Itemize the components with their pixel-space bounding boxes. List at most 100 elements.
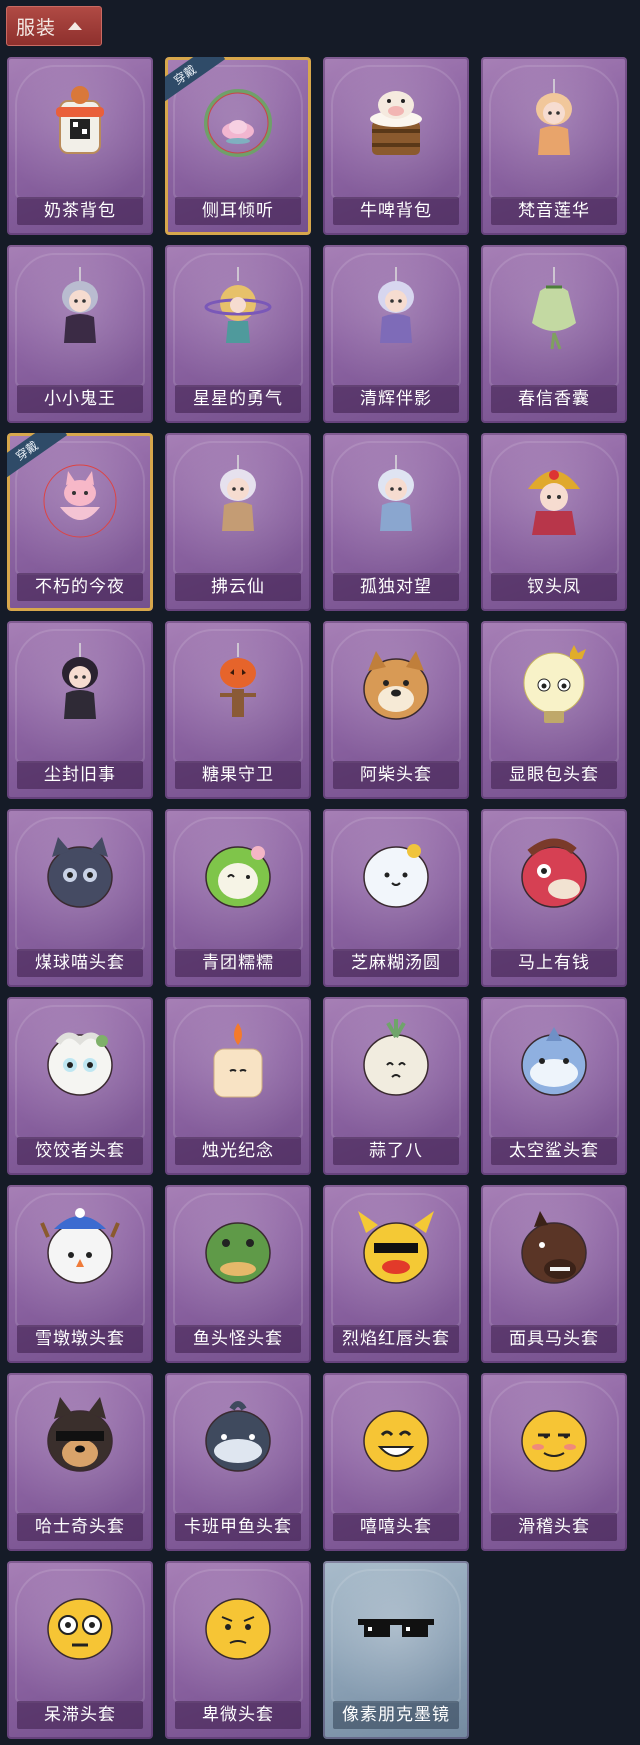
outfit-item-label: 卡班甲鱼头套 [175, 1513, 301, 1541]
catfish-head-icon [196, 1395, 280, 1479]
space-shark-head-icon [512, 1019, 596, 1103]
outfit-item-label: 清辉伴影 [333, 385, 459, 413]
star-planet-doll-icon [196, 267, 280, 351]
outfit-item-card[interactable]: 哈士奇头套 [7, 1373, 153, 1551]
garlic-head-icon [354, 1019, 438, 1103]
outfit-item-card[interactable]: 穿戴 侧耳倾听 [165, 57, 311, 235]
outfit-item-card[interactable]: 牛啤背包 [323, 57, 469, 235]
outfit-item-label: 不朽的今夜 [17, 573, 143, 601]
outfit-item-label: 蒜了八 [333, 1137, 459, 1165]
outfit-item-card[interactable]: 面具马头套 [481, 1185, 627, 1363]
outfit-item-card[interactable]: 太空鲨头套 [481, 997, 627, 1175]
candle-head-icon [196, 1019, 280, 1103]
outfit-item-label: 侧耳倾听 [175, 197, 301, 225]
fish-monster-head-icon [196, 1207, 280, 1291]
chevron-up-icon [68, 22, 83, 30]
dumpling-head-icon [38, 1019, 122, 1103]
outfit-item-card[interactable]: 嘻嘻头套 [323, 1373, 469, 1551]
outfit-item-label: 小小鬼王 [17, 385, 143, 413]
category-label: 服装 [16, 16, 57, 39]
outfit-item-label: 阿柴头套 [333, 761, 459, 789]
outfit-item-label: 呆滞头套 [17, 1701, 143, 1729]
outfit-item-label: 嘻嘻头套 [333, 1513, 459, 1541]
outfit-item-label: 鱼头怪头套 [175, 1325, 301, 1353]
outfit-item-card[interactable]: 阿柴头套 [323, 621, 469, 799]
ghost-king-doll-icon [38, 267, 122, 351]
outfit-item-card[interactable]: 清辉伴影 [323, 245, 469, 423]
outfit-item-card[interactable]: 穿戴 不朽的今夜 [7, 433, 153, 611]
outfit-item-label: 糖果守卫 [175, 761, 301, 789]
outfit-item-card[interactable]: 烛光纪念 [165, 997, 311, 1175]
phoenix-crown-doll-icon [512, 455, 596, 539]
outfit-item-card[interactable]: 拂云仙 [165, 433, 311, 611]
outfit-item-card[interactable]: 春信香囊 [481, 245, 627, 423]
outfit-item-card[interactable]: 小小鬼王 [7, 245, 153, 423]
outfit-item-label: 饺饺者头套 [17, 1137, 143, 1165]
lonely-gaze-doll-icon [354, 455, 438, 539]
outfit-item-card[interactable]: 饺饺者头套 [7, 997, 153, 1175]
yellow-lips-head-icon [354, 1207, 438, 1291]
old-story-doll-icon [38, 643, 122, 727]
outfit-item-card[interactable]: 滑稽头套 [481, 1373, 627, 1551]
outfit-item-label: 牛啤背包 [333, 197, 459, 225]
outfit-category-toggle[interactable]: 服装 [6, 6, 102, 46]
milk-tea-backpack-icon [38, 79, 122, 163]
outfit-item-card[interactable]: 像素朋克墨镜 [323, 1561, 469, 1739]
outfit-item-card[interactable]: 梵音莲华 [481, 57, 627, 235]
outfit-item-card[interactable]: 显眼包头套 [481, 621, 627, 799]
cloud-immortal-doll-icon [196, 455, 280, 539]
outfit-item-label: 哈士奇头套 [17, 1513, 143, 1541]
outfit-item-label: 像素朋克墨镜 [333, 1701, 459, 1729]
outfit-item-label: 拂云仙 [175, 573, 301, 601]
outfit-item-label: 芝麻糊汤圆 [333, 949, 459, 977]
outfit-item-card[interactable]: 蒜了八 [323, 997, 469, 1175]
cow-beer-backpack-icon [354, 79, 438, 163]
outfit-item-label: 尘封旧事 [17, 761, 143, 789]
smirk-emoji-head-icon [512, 1395, 596, 1479]
pixel-sunglasses-icon [354, 1583, 438, 1667]
outfit-item-label: 滑稽头套 [491, 1513, 617, 1541]
outfit-item-card[interactable]: 卡班甲鱼头套 [165, 1373, 311, 1551]
lightbulb-head-icon [512, 643, 596, 727]
husky-head-icon [38, 1395, 122, 1479]
outfit-item-card[interactable]: 孤独对望 [323, 433, 469, 611]
outfit-item-card[interactable]: 鱼头怪头套 [165, 1185, 311, 1363]
flower-wreath-icon [196, 79, 280, 163]
outfit-item-label: 太空鲨头套 [491, 1137, 617, 1165]
outfit-item-card[interactable]: 烈焰红唇头套 [323, 1185, 469, 1363]
outfit-item-label: 显眼包头套 [491, 761, 617, 789]
outfit-item-label: 青团糯糯 [175, 949, 301, 977]
outfit-item-label: 煤球喵头套 [17, 949, 143, 977]
outfit-item-card[interactable]: 煤球喵头套 [7, 809, 153, 987]
outfit-item-label: 烛光纪念 [175, 1137, 301, 1165]
tangyuan-head-icon [354, 831, 438, 915]
outfit-item-label: 马上有钱 [491, 949, 617, 977]
outfit-item-card[interactable]: 糖果守卫 [165, 621, 311, 799]
sachet-icon [512, 267, 596, 351]
outfit-item-card[interactable]: 钗头凤 [481, 433, 627, 611]
outfit-item-card[interactable]: 卑微头套 [165, 1561, 311, 1739]
outfit-item-card[interactable]: 奶茶背包 [7, 57, 153, 235]
outfit-item-card[interactable]: 雪墩墩头套 [7, 1185, 153, 1363]
outfit-item-label: 面具马头套 [491, 1325, 617, 1353]
pumpkin-guard-icon [196, 643, 280, 727]
horse-mask-head-icon [512, 1207, 596, 1291]
shiba-head-icon [354, 643, 438, 727]
moon-spirit-doll-icon [354, 267, 438, 351]
dazed-emoji-head-icon [38, 1583, 122, 1667]
humble-emoji-head-icon [196, 1583, 280, 1667]
red-horse-head-icon [512, 831, 596, 915]
green-mochi-head-icon [196, 831, 280, 915]
black-cat-head-icon [38, 831, 122, 915]
outfit-item-card[interactable]: 星星的勇气 [165, 245, 311, 423]
outfit-item-card[interactable]: 呆滞头套 [7, 1561, 153, 1739]
outfit-item-card[interactable]: 芝麻糊汤圆 [323, 809, 469, 987]
outfit-item-card[interactable]: 马上有钱 [481, 809, 627, 987]
outfit-item-label: 梵音莲华 [491, 197, 617, 225]
outfit-item-label: 钗头凤 [491, 573, 617, 601]
outfit-item-card[interactable]: 青团糯糯 [165, 809, 311, 987]
grin-emoji-head-icon [354, 1395, 438, 1479]
outfit-grid: 奶茶背包 穿戴 侧耳倾听 牛啤背包 梵音莲华小小鬼王 星星的勇气 清辉伴影 春信香囊穿戴 不朽的… [7, 57, 627, 1739]
outfit-item-label: 雪墩墩头套 [17, 1325, 143, 1353]
outfit-item-card[interactable]: 尘封旧事 [7, 621, 153, 799]
